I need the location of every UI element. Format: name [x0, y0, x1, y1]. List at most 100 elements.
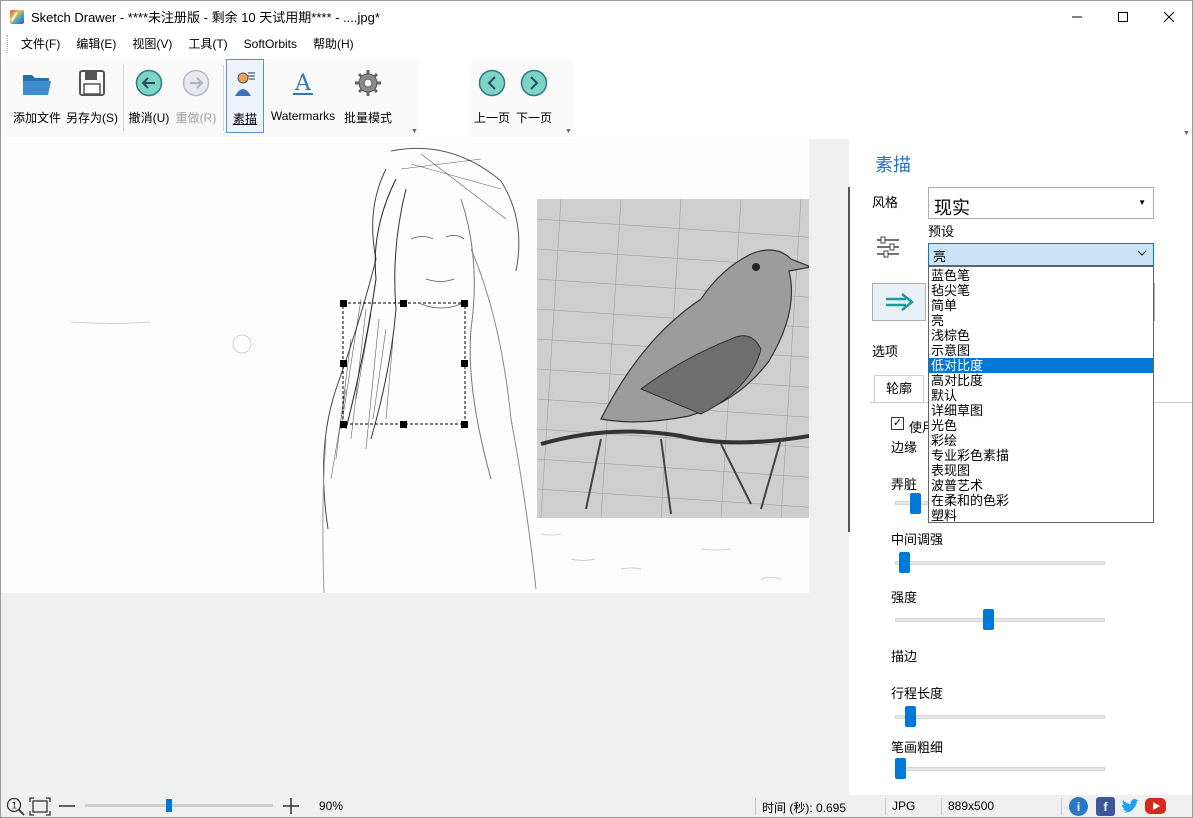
stroke-width-label: 笔画粗细	[891, 740, 944, 755]
stroke-length-slider-thumb[interactable]	[905, 706, 916, 727]
facebook-icon[interactable]: f	[1096, 797, 1115, 816]
maximize-button[interactable]	[1100, 1, 1146, 32]
menu-tools[interactable]: 工具(T)	[180, 33, 235, 55]
title-bar: Sketch Drawer - ****未注册版 - 剩余 10 天试用期***…	[1, 1, 1192, 32]
redo-button[interactable]: 重做(R)	[173, 59, 219, 133]
preset-option[interactable]: 波普艺术	[929, 478, 1153, 493]
next-page-label: 下一页	[515, 111, 552, 125]
next-page-button[interactable]: 下一页	[513, 59, 555, 133]
stroke-length-slider-track[interactable]	[895, 715, 1105, 719]
style-value: 现实	[934, 198, 970, 218]
batch-mode-button[interactable]: 批量模式	[341, 59, 395, 133]
midtone-slider-track[interactable]	[895, 561, 1105, 565]
sketch-portrait-icon	[235, 72, 255, 96]
status-separator	[885, 798, 886, 815]
watermarks-button[interactable]: A Watermarks	[267, 59, 339, 133]
status-separator	[941, 798, 942, 815]
intensity-slider-track[interactable]	[895, 618, 1105, 622]
preset-option[interactable]: 详细草图	[929, 403, 1153, 418]
save-as-button[interactable]: 另存为(S)	[65, 59, 119, 133]
undo-arrow-icon	[135, 69, 163, 97]
info-icon[interactable]: i	[1069, 797, 1088, 816]
undo-label: 撤消(U)	[128, 111, 170, 125]
preset-option[interactable]: 表现图	[929, 463, 1153, 478]
menu-bar: 文件(F) 编辑(E) 视图(V) 工具(T) SoftOrbits 帮助(H)	[1, 33, 1192, 55]
stroke-width-slider-track[interactable]	[895, 767, 1105, 771]
app-window: Sketch Drawer - ****未注册版 - 剩余 10 天试用期***…	[0, 0, 1193, 818]
use-edge-checkbox[interactable]: ✓	[891, 417, 904, 430]
image-canvas[interactable]	[1, 139, 809, 593]
stroke-section-label: 描边	[891, 649, 918, 664]
zoom-in-icon[interactable]	[282, 797, 300, 815]
preset-option[interactable]: 简单	[929, 298, 1153, 313]
undo-button[interactable]: 撤消(U)	[127, 59, 171, 133]
maximize-icon	[1118, 11, 1128, 22]
stroke-width-slider-thumb[interactable]	[895, 758, 906, 779]
preset-option[interactable]: 低对比度	[929, 358, 1153, 373]
twitter-icon[interactable]	[1120, 797, 1139, 816]
menu-softorbits[interactable]: SoftOrbits	[236, 33, 305, 55]
preset-option[interactable]: 专业彩色素描	[929, 448, 1153, 463]
apply-preset-button[interactable]	[872, 283, 926, 321]
tab-outline[interactable]: 轮廓	[874, 375, 924, 403]
minimize-icon	[1072, 16, 1082, 17]
prev-page-button[interactable]: 上一页	[471, 59, 513, 133]
sliders-settings-icon[interactable]	[876, 235, 900, 259]
menu-help[interactable]: 帮助(H)	[305, 33, 362, 55]
settings-panel: 素描 风格 现实 ▼ 预设 亮 蓝色笔 毡尖笔 简单亮浅棕色 示意图 低对比度 高对比度默…	[850, 139, 1192, 795]
toolbar-overflow-icon[interactable]: ▼	[1183, 130, 1190, 137]
zoom-slider-thumb[interactable]	[166, 799, 172, 812]
redo-label: 重做(R)	[175, 111, 217, 125]
add-file-label: 添加文件	[12, 111, 61, 125]
preset-select[interactable]: 亮	[928, 243, 1154, 266]
toolbar-overflow-icon[interactable]: ▼	[411, 128, 418, 135]
save-disk-icon	[79, 70, 105, 96]
preset-option[interactable]: 示意图	[929, 343, 1153, 358]
options-label: 选项	[872, 344, 899, 359]
preset-option[interactable]: 彩绘	[929, 433, 1153, 448]
menu-view[interactable]: 视图(V)	[124, 33, 180, 55]
add-file-button[interactable]: 添加文件	[11, 59, 63, 133]
midtone-slider-thumb[interactable]	[899, 552, 910, 573]
watermark-letter-icon: A	[293, 71, 313, 96]
intensity-slider-thumb[interactable]	[983, 609, 994, 630]
toolbar-group-main: 添加文件 另存为(S) 撤消(U) 重做(R) 素描 A Watermarks …	[5, 59, 419, 137]
close-button[interactable]	[1146, 1, 1192, 32]
fit-to-window-icon[interactable]	[29, 797, 51, 816]
preset-option[interactable]: 浅棕色	[929, 328, 1153, 343]
preset-option[interactable]: 高对比度	[929, 373, 1153, 388]
preset-option[interactable]: 亮	[929, 313, 1153, 328]
preset-dropdown-list[interactable]: 蓝色笔 毡尖笔 简单亮浅棕色 示意图 低对比度 高对比度 默认 详细草图 光色 彩绘 专业彩色素描表…	[928, 266, 1154, 523]
watermarks-label: Watermarks	[270, 109, 336, 123]
style-select[interactable]: 现实 ▼	[928, 187, 1154, 219]
sketch-button[interactable]: 素描	[226, 59, 264, 133]
preset-option[interactable]: 蓝色笔	[929, 268, 1153, 283]
image-dimensions: 889x500	[948, 799, 995, 813]
preset-option[interactable]: 在柔和的色彩	[929, 493, 1153, 508]
menu-file[interactable]: 文件(F)	[13, 33, 68, 55]
prev-arrow-icon	[478, 69, 506, 97]
edge-label: 边缘	[891, 440, 918, 455]
batch-mode-label: 批量模式	[343, 111, 392, 125]
chevron-down-icon	[1137, 250, 1147, 256]
prev-page-label: 上一页	[473, 111, 510, 125]
dirty-slider-thumb[interactable]	[910, 493, 921, 514]
youtube-icon[interactable]	[1145, 798, 1166, 814]
open-folder-icon	[23, 75, 51, 95]
menu-edit[interactable]: 编辑(E)	[68, 33, 124, 55]
preset-option[interactable]: 默认	[929, 388, 1153, 403]
preset-option[interactable]: 光色	[929, 418, 1153, 433]
zoom-out-icon[interactable]	[58, 799, 76, 813]
preset-option[interactable]: 毡尖笔	[929, 283, 1153, 298]
actual-size-icon[interactable]: 1	[6, 797, 25, 816]
processing-time: 时间 (秒): 0.695	[762, 801, 847, 815]
status-separator	[755, 798, 756, 815]
window-title: Sketch Drawer - ****未注册版 - 剩余 10 天试用期***…	[31, 10, 380, 25]
canvas-area[interactable]	[1, 139, 850, 795]
preset-option[interactable]: 塑料	[929, 508, 1153, 523]
svg-text:A: A	[294, 71, 312, 96]
zoom-slider-track[interactable]	[85, 804, 273, 807]
toolbar-overflow-icon[interactable]: ▼	[565, 128, 572, 135]
intensity-label: 强度	[891, 590, 918, 605]
minimize-button[interactable]	[1054, 1, 1100, 32]
